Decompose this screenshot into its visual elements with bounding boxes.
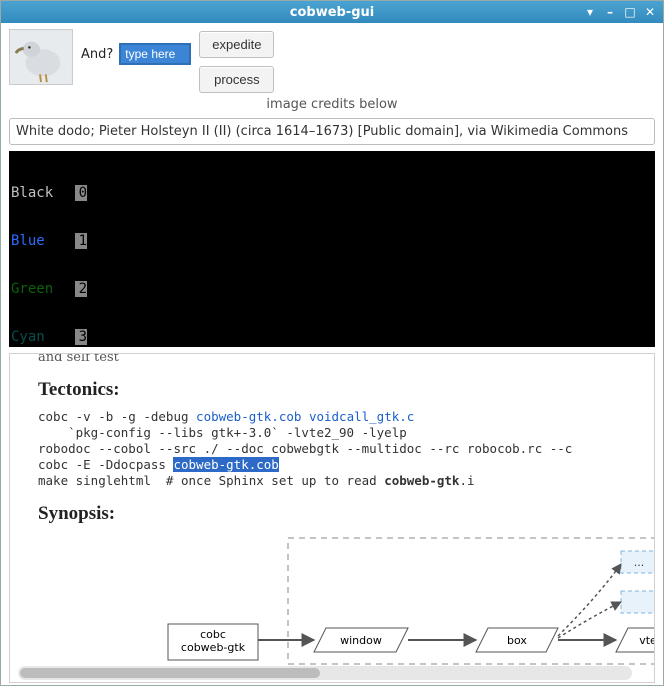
minimize-icon[interactable]: – (603, 5, 617, 19)
svg-text:box: box (507, 634, 527, 647)
doc-horizontal-scrollbar[interactable] (18, 666, 632, 680)
credits-field[interactable]: White dodo; Pieter Holsteyn II (II) (cir… (9, 118, 655, 145)
link-cobweb-gtk-cob-selected[interactable]: cobweb-gtk.cob (173, 457, 278, 472)
window-buttons: ▾ – □ ✕ (583, 5, 657, 19)
credits-caption: image credits below (1, 95, 663, 118)
expedite-button[interactable]: expedite (199, 31, 274, 58)
close-icon[interactable]: ✕ (643, 5, 657, 19)
titlebar[interactable]: cobweb-gui ▾ – □ ✕ (1, 1, 663, 23)
term-row-green: Green (11, 281, 75, 297)
tectonics-code: cobc -v -b -g -debug cobweb-gtk.cob void… (38, 409, 642, 489)
terminal[interactable]: Black0 Blue1 Green2 Cyan3 Red4 Magenta5 … (9, 151, 655, 347)
term-row-black: Black (11, 185, 75, 201)
action-buttons: expedite process (199, 29, 274, 93)
and-label: And? (81, 47, 113, 62)
scrollbar-thumb[interactable] (20, 668, 320, 678)
top-panel: And? expedite process (1, 23, 663, 95)
svg-text:window: window (340, 634, 382, 647)
svg-text:cobc: cobc (200, 628, 226, 641)
term-row-blue: Blue (11, 233, 75, 249)
svg-text:vte: vte (639, 634, 655, 647)
svg-text:...: ... (634, 556, 645, 569)
dodo-image (9, 29, 73, 85)
doc-cutoff-line: and self test (38, 353, 642, 365)
process-button[interactable]: process (199, 66, 274, 93)
link-voidcall-gtk-c[interactable]: voidcall_gtk.c (309, 409, 414, 424)
tectonics-heading: Tectonics: (38, 379, 642, 401)
svg-text:cobweb-gtk: cobweb-gtk (181, 641, 246, 654)
link-cobweb-gtk-cob[interactable]: cobweb-gtk.cob (196, 409, 301, 424)
and-input[interactable] (119, 43, 191, 65)
synopsis-heading: Synopsis: (38, 503, 642, 525)
synopsis-diagram: ... cobc cobweb-gtk window box vte (38, 536, 655, 666)
app-window: cobweb-gui ▾ – □ ✕ And? expedite (0, 0, 664, 686)
doc-pane[interactable]: and self test Tectonics: cobc -v -b -g -… (9, 353, 655, 683)
dropdown-icon[interactable]: ▾ (583, 5, 597, 19)
and-group: And? (81, 29, 191, 65)
window-title: cobweb-gui (1, 5, 663, 20)
maximize-icon[interactable]: □ (623, 5, 637, 19)
term-row-cyan: Cyan (11, 329, 75, 345)
